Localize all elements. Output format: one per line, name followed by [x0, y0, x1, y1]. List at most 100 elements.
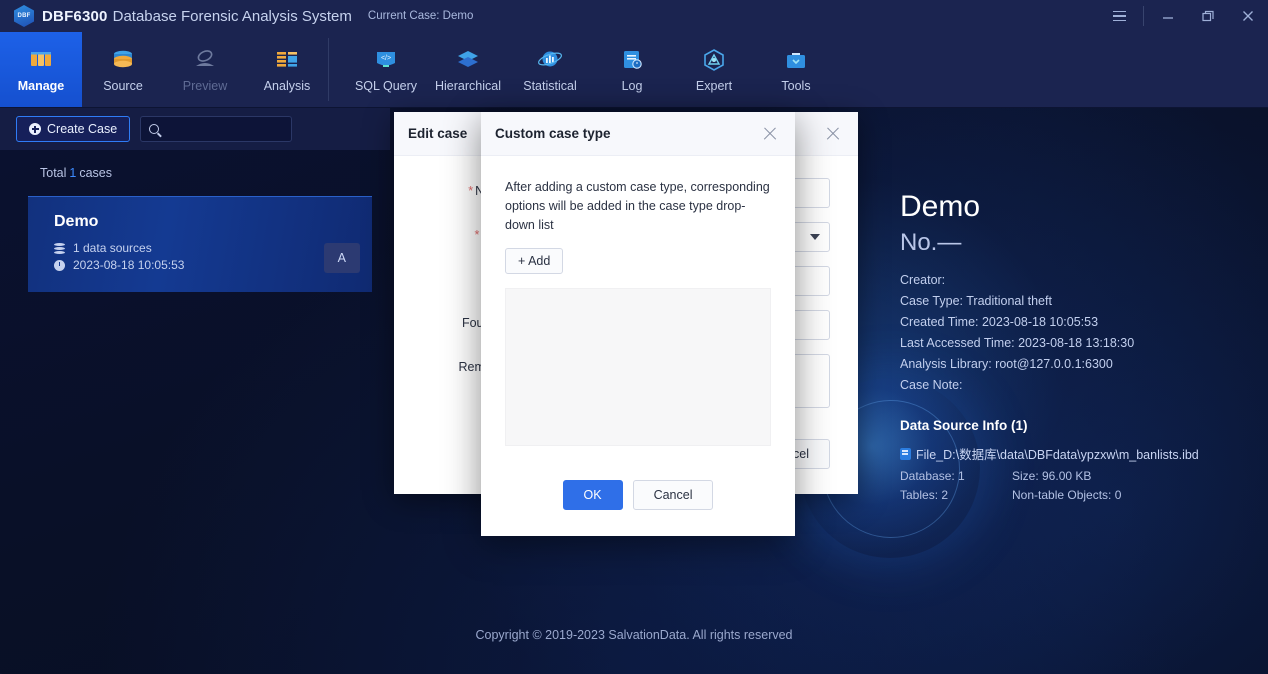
case-list-panel: Total 1 cases Demo 1 data sources 2023-0…	[0, 150, 390, 674]
custom-case-type-title: Custom case type	[495, 126, 611, 141]
ribbon-item-label: Expert	[696, 79, 732, 93]
info-case-number: No.—	[900, 229, 1268, 257]
custom-case-type-footer: OK Cancel	[481, 480, 795, 510]
custom-case-type-header: Custom case type	[481, 112, 795, 156]
create-case-label: Create Case	[47, 122, 117, 136]
custom-case-type-dialog: Custom case type After adding a custom c…	[481, 112, 795, 536]
ribbon-group-primary: Manage Source	[0, 32, 328, 107]
custom-case-type-ok-button[interactable]: OK	[563, 480, 623, 510]
info-line-case-type: Case Type: Traditional theft	[900, 294, 1268, 308]
total-suffix: cases	[79, 166, 112, 180]
ribbon-item-label: Tools	[781, 79, 810, 93]
data-source-stats: Database: 1 Size: 96.00 KB Tables: 2 Non…	[900, 469, 1268, 502]
minimize-button[interactable]	[1148, 0, 1188, 32]
data-source-database-count: Database: 1	[900, 469, 1012, 483]
statistical-icon	[535, 46, 565, 74]
ribbon-item-preview[interactable]: Preview	[164, 32, 246, 107]
main-ribbon-toolbar: Manage Source	[0, 32, 1268, 108]
footer: Copyright © 2019-2023 SalvationData. All…	[0, 614, 1268, 674]
add-case-type-label: + Add	[518, 254, 550, 268]
info-line-note: Case Note:	[900, 378, 1268, 392]
case-card-created-label: 2023-08-18 10:05:53	[73, 258, 184, 272]
app-logo-icon: DBF	[14, 5, 34, 27]
close-button[interactable]	[1228, 0, 1268, 32]
ribbon-item-label: SQL Query	[355, 79, 417, 93]
case-card-demo[interactable]: Demo 1 data sources 2023-08-18 10:05:53 …	[28, 196, 372, 292]
ribbon-item-label: Statistical	[523, 79, 577, 93]
custom-case-type-close-icon[interactable]	[759, 123, 781, 145]
ribbon-group-secondary: </> SQL Query Hierarchical	[345, 32, 837, 107]
clock-icon	[54, 260, 65, 271]
window-controls	[1099, 0, 1268, 32]
add-case-type-button[interactable]: + Add	[505, 248, 563, 274]
data-source-size: Size: 96.00 KB	[1012, 469, 1268, 483]
ribbon-item-statistical[interactable]: Statistical	[509, 32, 591, 107]
data-source-nontable-count: Non-table Objects: 0	[1012, 488, 1268, 502]
info-line-creator: Creator:	[900, 273, 1268, 287]
chevron-down-icon[interactable]	[810, 234, 820, 240]
total-cases-label: Total 1 cases	[0, 150, 390, 196]
ribbon-item-hierarchical[interactable]: Hierarchical	[427, 32, 509, 107]
custom-case-type-body: After adding a custom case type, corresp…	[481, 156, 795, 446]
data-source-tables-count: Tables: 2	[900, 488, 1012, 502]
preview-icon	[190, 46, 220, 74]
data-source-path-row: File_D:\数据库\data\DBFdata\ypzxw\m_banlist…	[900, 447, 1268, 464]
data-source-path: File_D:\数据库\data\DBFdata\ypzxw\m_banlist…	[916, 448, 1199, 462]
search-icon	[149, 124, 159, 134]
info-line-accessed: Last Accessed Time: 2023-08-18 13:18:30	[900, 336, 1268, 350]
application-window: DBF DBF6300 Database Forensic Analysis S…	[0, 0, 1268, 674]
ribbon-item-label: Analysis	[264, 79, 311, 93]
ribbon-item-label: Hierarchical	[435, 79, 501, 93]
ribbon-item-manage[interactable]: Manage	[0, 32, 82, 107]
ribbon-item-sql-query[interactable]: </> SQL Query	[345, 32, 427, 107]
plus-circle-icon	[29, 123, 41, 135]
data-source-item[interactable]: File_D:\数据库\data\DBFdata\ypzxw\m_banlist…	[900, 447, 1268, 503]
hierarchical-icon	[453, 46, 483, 74]
ribbon-item-label: Log	[622, 79, 643, 93]
ribbon-item-analysis[interactable]: Analysis	[246, 32, 328, 107]
close-icon	[1241, 9, 1255, 23]
log-icon	[617, 46, 647, 74]
ribbon-item-label: Preview	[183, 79, 227, 93]
custom-case-type-list[interactable]	[505, 288, 771, 446]
hamburger-menu-button[interactable]	[1099, 0, 1139, 32]
total-prefix: Total	[40, 166, 66, 180]
copyright-text: Copyright © 2019-2023 SalvationData. All…	[475, 628, 792, 642]
edit-case-close-icon[interactable]	[822, 123, 844, 145]
hamburger-icon	[1113, 11, 1126, 22]
title-bar: DBF DBF6300 Database Forensic Analysis S…	[0, 0, 1268, 32]
svg-text:</>: </>	[381, 55, 391, 62]
titlebar-divider	[1143, 6, 1144, 26]
info-line-created: Created Time: 2023-08-18 10:05:53	[900, 315, 1268, 329]
search-input[interactable]	[165, 122, 283, 136]
ribbon-item-expert[interactable]: Expert	[673, 32, 755, 107]
info-detail-lines: Creator: Case Type: Traditional theft Cr…	[900, 273, 1268, 392]
app-logo-text: DBF	[18, 13, 31, 19]
case-toolbar: Create Case	[0, 108, 390, 150]
file-icon	[900, 448, 911, 460]
ribbon-item-label: Source	[103, 79, 143, 93]
case-card-name: Demo	[54, 213, 372, 231]
ribbon-item-source[interactable]: Source	[82, 32, 164, 107]
sql-query-icon: </>	[371, 46, 401, 74]
expert-icon	[699, 46, 729, 74]
case-card-action-label: A	[338, 251, 346, 265]
ribbon-item-tools[interactable]: Tools	[755, 32, 837, 107]
ribbon-item-log[interactable]: Log	[591, 32, 673, 107]
ribbon-divider	[328, 38, 329, 101]
case-search-box[interactable]	[140, 116, 292, 142]
case-info-panel: Demo No.— Creator: Case Type: Traditiona…	[900, 190, 1268, 502]
custom-case-type-description: After adding a custom case type, corresp…	[505, 178, 771, 234]
restore-button[interactable]	[1188, 0, 1228, 32]
total-count: 1	[69, 166, 76, 180]
custom-case-type-cancel-button[interactable]: Cancel	[633, 480, 714, 510]
manage-icon	[26, 46, 56, 74]
required-marker: *	[468, 184, 473, 198]
database-icon	[108, 46, 138, 74]
create-case-button[interactable]: Create Case	[16, 116, 130, 142]
current-case-label: Current Case: Demo	[368, 10, 473, 22]
required-marker: *	[475, 228, 480, 242]
analysis-icon	[272, 46, 302, 74]
case-card-action-button[interactable]: A	[324, 243, 360, 273]
case-card-datasources-label: 1 data sources	[73, 241, 152, 255]
